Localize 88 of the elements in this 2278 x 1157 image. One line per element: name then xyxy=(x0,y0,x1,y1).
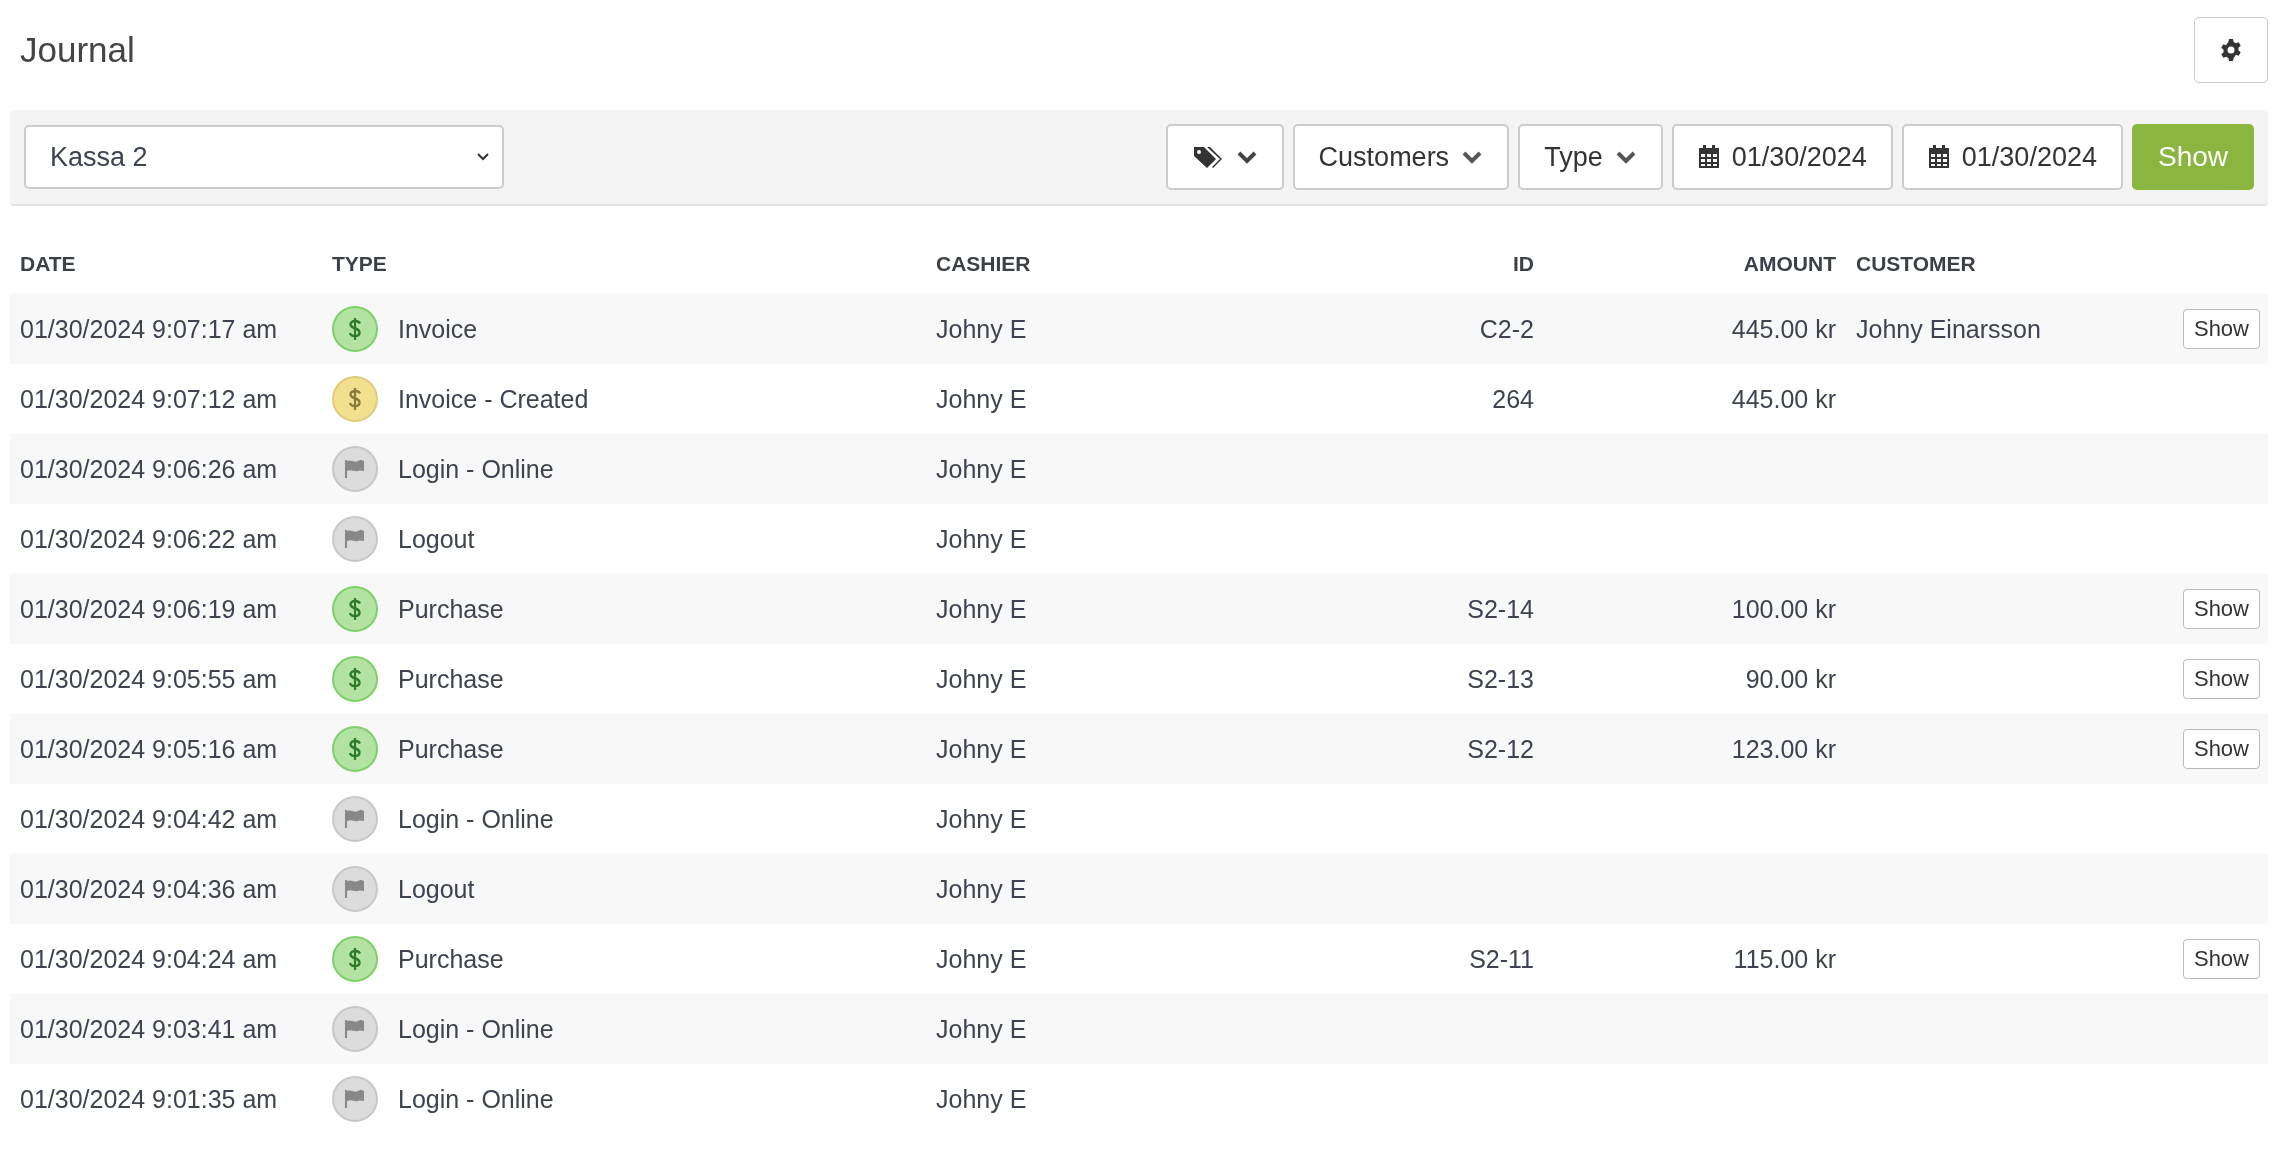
date-cell: 01/30/2024 9:07:17 am xyxy=(20,314,278,344)
tags-icon xyxy=(1191,145,1224,169)
dollar-icon xyxy=(348,667,362,691)
dollar-icon xyxy=(348,947,362,971)
show-row-button[interactable]: Show xyxy=(2182,309,2260,349)
date-cell: 01/30/2024 9:06:26 am xyxy=(20,454,278,484)
id-cell: S2-13 xyxy=(1467,664,1534,694)
id-cell: S2-14 xyxy=(1467,594,1534,624)
flag-icon xyxy=(344,879,366,899)
type-label: Login - Online xyxy=(398,1084,554,1114)
cashier-cell: Johny E xyxy=(936,944,1027,974)
id-cell: S2-12 xyxy=(1467,734,1534,764)
cashier-cell: Johny E xyxy=(936,524,1027,554)
type-label: Purchase xyxy=(398,944,504,974)
flag-icon xyxy=(344,1089,366,1109)
type-label: Invoice - Created xyxy=(398,384,589,414)
column-header: AMOUNT xyxy=(1743,252,1836,276)
date-picker-button[interactable]: 01/30/2024 xyxy=(1671,124,1893,190)
cashier-cell: Johny E xyxy=(936,1014,1027,1044)
dollar-icon xyxy=(348,317,362,341)
chevron-down-icon xyxy=(1235,149,1258,165)
type-label: Login - Online xyxy=(398,1014,554,1044)
cashier-cell: Johny E xyxy=(936,874,1027,904)
column-header: CUSTOMER xyxy=(1856,252,1976,276)
type-label: Login - Online xyxy=(398,804,554,834)
calendar-icon xyxy=(1927,145,1950,169)
chevron-down-icon xyxy=(1614,149,1637,165)
settings-button[interactable] xyxy=(2194,17,2268,83)
date-cell: 01/30/2024 9:04:42 am xyxy=(20,804,278,834)
date-cell: 01/30/2024 9:04:24 am xyxy=(20,944,278,974)
filter-dropdown[interactable]: Customers xyxy=(1292,124,1510,190)
show-row-button[interactable]: Show xyxy=(2182,589,2260,629)
flag-icon xyxy=(344,529,366,549)
cashier-cell: Johny E xyxy=(936,734,1027,764)
cashier-cell: Johny E xyxy=(936,664,1027,694)
date-cell: 01/30/2024 9:07:12 am xyxy=(20,384,278,414)
amount-cell: 115.00 kr xyxy=(1733,944,1836,974)
id-cell: S2-11 xyxy=(1469,944,1534,974)
date-picker-button[interactable]: 01/30/2024 xyxy=(1901,124,2123,190)
tags-filter-button[interactable] xyxy=(1165,124,1284,190)
date-cell: 01/30/2024 9:05:16 am xyxy=(20,734,278,764)
id-cell: 264 xyxy=(1492,384,1534,414)
date-cell: 01/30/2024 9:01:35 am xyxy=(20,1084,278,1114)
date-cell: 01/30/2024 9:05:55 am xyxy=(20,664,278,694)
amount-cell: 445.00 kr xyxy=(1731,314,1836,344)
date-cell: 01/30/2024 9:03:41 am xyxy=(20,1014,278,1044)
cashier-cell: Johny E xyxy=(936,314,1027,344)
show-row-button[interactable]: Show xyxy=(2182,729,2260,769)
type-label: Purchase xyxy=(398,664,504,694)
type-label: Invoice xyxy=(398,314,478,344)
column-header: TYPE xyxy=(332,252,387,276)
show-row-button[interactable]: Show xyxy=(2182,659,2260,699)
date-cell: 01/30/2024 9:06:22 am xyxy=(20,524,278,554)
column-header: CASHIER xyxy=(936,252,1031,276)
flag-icon xyxy=(344,809,366,829)
cashier-cell: Johny E xyxy=(936,1084,1027,1114)
amount-cell: 90.00 kr xyxy=(1745,664,1836,694)
date-cell: 01/30/2024 9:04:36 am xyxy=(20,874,278,904)
dollar-icon xyxy=(348,597,362,621)
flag-icon xyxy=(344,1019,366,1039)
type-label: Purchase xyxy=(398,594,504,624)
id-cell: C2-2 xyxy=(1479,314,1534,344)
type-label: Logout xyxy=(398,524,475,554)
amount-cell: 100.00 kr xyxy=(1731,594,1836,624)
filter-dropdown[interactable]: Type xyxy=(1518,124,1663,190)
column-header: DATE xyxy=(20,252,76,276)
dollar-icon xyxy=(348,737,362,761)
chevron-icon xyxy=(476,152,490,162)
cashier-cell: Johny E xyxy=(936,804,1027,834)
calendar-icon xyxy=(1697,145,1720,169)
cashier-cell: Johny E xyxy=(936,384,1027,414)
cashier-cell: Johny E xyxy=(936,454,1027,484)
cashier-cell: Johny E xyxy=(936,594,1027,624)
type-label: Purchase xyxy=(398,734,504,764)
page-title: Journal xyxy=(20,30,135,70)
date-cell: 01/30/2024 9:06:19 am xyxy=(20,594,278,624)
amount-cell: 445.00 kr xyxy=(1731,384,1836,414)
settings-icon xyxy=(2219,38,2243,62)
register-select[interactable]: Kassa 2 xyxy=(24,125,504,189)
column-header: ID xyxy=(1513,252,1534,276)
type-label: Logout xyxy=(398,874,475,904)
flag-icon xyxy=(344,459,366,479)
chevron-down-icon xyxy=(1461,149,1484,165)
amount-cell: 123.00 kr xyxy=(1731,734,1836,764)
show-row-button[interactable]: Show xyxy=(2182,939,2260,979)
type-label: Login - Online xyxy=(398,454,554,484)
dollar-icon xyxy=(348,387,362,411)
customer-cell: Johny Einarsson xyxy=(1856,314,2041,344)
